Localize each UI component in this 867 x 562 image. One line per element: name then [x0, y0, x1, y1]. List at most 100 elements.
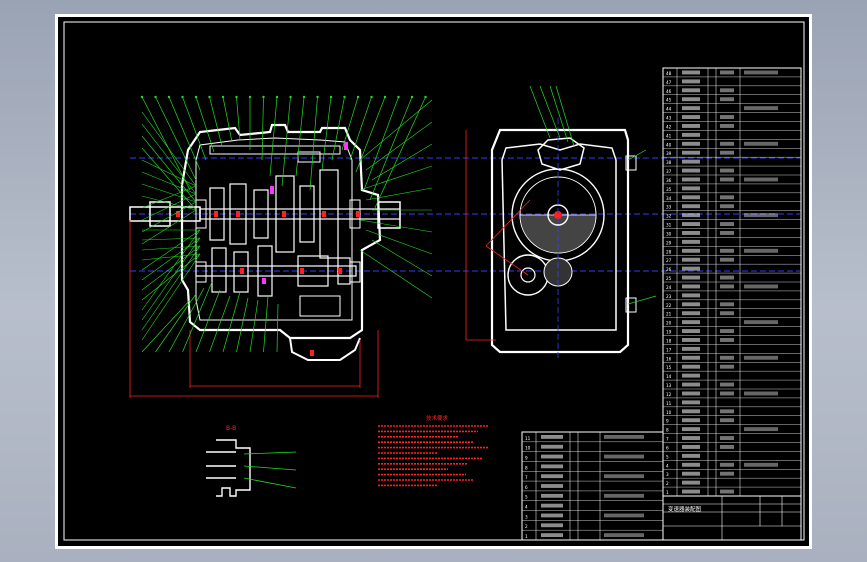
leader-line [549, 85, 569, 143]
parts-list-row-number: 8 [666, 428, 669, 433]
leader-line [627, 295, 657, 305]
parts-list-row-number: 42 [666, 124, 672, 129]
side-dimension-lines [465, 130, 531, 341]
parts-list-cell-text [720, 115, 734, 119]
parts-list-cell-text [744, 320, 778, 325]
leader-line [236, 297, 249, 353]
parts-list-row-number: 6 [666, 445, 669, 450]
leader-line [141, 229, 201, 311]
tech-req-title: 技术要求 [426, 414, 449, 422]
parts-list-row-number: 15 [666, 365, 672, 370]
parts-list-cell-text [541, 503, 563, 508]
parts-list-row-number: 5 [525, 495, 528, 500]
parts-list-cell-text [720, 418, 734, 423]
cad-drawing: B-B 技术要求 4847464544434241403938373635343… [63, 21, 805, 541]
parts-list-cell-text [682, 373, 700, 378]
leader-line [141, 123, 197, 195]
parts-list-row-number: 19 [666, 330, 672, 335]
parts-list-row-number: 23 [666, 294, 672, 299]
leader-line [182, 281, 213, 353]
parts-list-cell-text [682, 346, 700, 351]
parts-list-cell-text [682, 427, 700, 432]
parts-list-cell-text [541, 513, 563, 518]
parts-list-row-number: 39 [666, 151, 672, 156]
leader-line [263, 295, 269, 353]
leader-line [141, 245, 201, 331]
parts-list-row-number: 13 [666, 383, 672, 388]
leader-line [141, 253, 201, 341]
parts-list-cell-text [682, 400, 700, 405]
parts-list-row-number: 45 [666, 98, 672, 103]
leader-balloon [181, 95, 184, 99]
parts-list-left-rows: 11 10 9 8 7 6 5 4 3 2 1 [522, 431, 663, 540]
parts-list-row-number: 12 [666, 392, 672, 397]
parts-list-cell-text [720, 204, 734, 209]
parts-list-cell-text [720, 311, 734, 316]
leader-line [222, 96, 233, 143]
leader-line [355, 96, 386, 173]
parts-list-row-number: 24 [666, 285, 672, 290]
leader-line [209, 295, 231, 353]
leader-line [373, 96, 426, 211]
section-detail-leader [243, 477, 297, 489]
parts-list-cell-text [682, 302, 700, 307]
leader-line [359, 249, 433, 299]
parts-list-row-number: 8 [525, 465, 528, 470]
parts-list-cell-text [720, 284, 734, 289]
parts-list-cell-text [720, 489, 734, 494]
parts-list-row-number: 3 [525, 514, 528, 519]
parts-list-row-number: 30 [666, 231, 672, 236]
parts-list-row-number: 1 [525, 534, 528, 539]
leader-balloon [289, 95, 292, 99]
housing-inner-wall [195, 137, 353, 321]
parts-list-row-number: 47 [666, 80, 672, 85]
parts-list-row-number: 36 [666, 178, 672, 183]
parts-list-cell-text [682, 329, 700, 333]
parts-list-row-number: 25 [666, 276, 672, 281]
highlight-marks [262, 142, 348, 284]
parts-list-cell-text [682, 115, 700, 119]
parts-list-cell-text [720, 382, 734, 387]
section-detail-outline [216, 439, 251, 497]
parts-list-cell-text [541, 454, 563, 459]
parts-list-row-number: 10 [666, 410, 672, 415]
parts-list-row-number: 9 [666, 419, 669, 424]
section-label: B-B [226, 425, 236, 432]
leader-line [249, 299, 259, 353]
parts-list-cell-text [682, 70, 700, 75]
parts-list-row-number: 10 [525, 446, 531, 451]
parts-list-row-number: 31 [666, 223, 672, 228]
parts-list-cell-text [541, 444, 563, 449]
parts-list-row-number: 35 [666, 187, 672, 192]
leader-line [141, 299, 191, 353]
parts-list-row-number: 32 [666, 214, 672, 219]
parts-list-cell-text [604, 493, 644, 498]
leader-line [209, 96, 223, 147]
leader-line [141, 245, 201, 291]
leader-balloon [302, 95, 306, 99]
parts-list-cell-text [682, 124, 700, 128]
parts-list-cell-text [744, 213, 778, 218]
parts-list-row-number: 11 [666, 401, 672, 406]
section-detail-view: B-B [206, 425, 297, 497]
leader-line [141, 253, 201, 301]
parts-list-row-number: 18 [666, 338, 672, 343]
parts-list-cell-text [541, 464, 563, 469]
parts-list-cell-text [744, 427, 778, 432]
parts-list-row-number: 44 [666, 107, 672, 112]
parts-list-cell-text [682, 418, 700, 423]
parts-list-row-number: 41 [666, 133, 672, 138]
parts-list-row-number: 33 [666, 205, 672, 210]
parts-list-cell-text [720, 329, 734, 333]
leader-balloon [140, 95, 144, 99]
parts-list-cell-text [682, 195, 700, 200]
parts-list-row-number: 46 [666, 89, 672, 94]
parts-list-cell-text [682, 409, 700, 414]
leader-balloon [316, 95, 319, 99]
parts-list-cell-text [682, 150, 700, 155]
parts-list-cell-text [720, 150, 734, 155]
leader-balloon [343, 95, 346, 99]
leader-balloon [208, 95, 211, 99]
parts-list-cell-text [720, 124, 734, 128]
parts-list-cell-text [682, 293, 700, 298]
